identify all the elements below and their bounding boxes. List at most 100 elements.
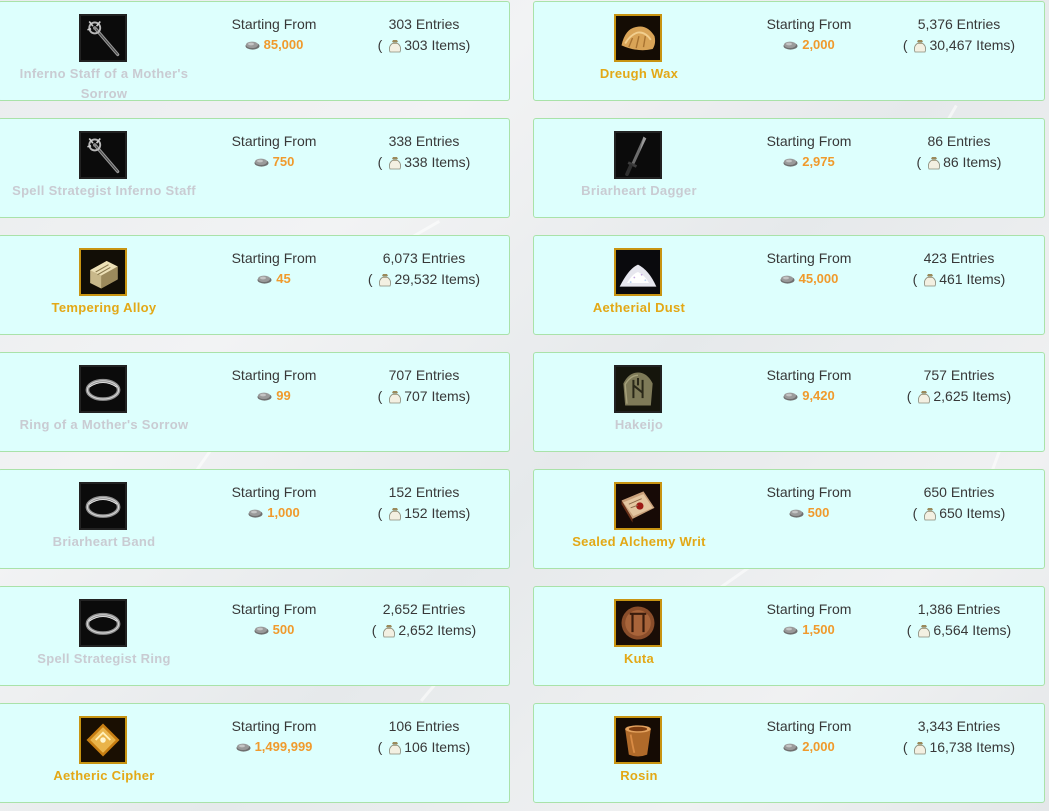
items-count-text: 29,532 Items)	[394, 271, 481, 287]
listing-card[interactable]: Briarheart Dagger Starting From 2,975 86 En…	[533, 118, 1045, 218]
dust-icon[interactable]	[614, 248, 662, 296]
price-value: 45	[199, 268, 349, 290]
listing-card[interactable]: Aetherial Dust Starting From 45,000 423 Ent…	[533, 235, 1045, 335]
item-name[interactable]: Briarheart Band	[4, 532, 204, 552]
cipher-icon[interactable]	[79, 716, 127, 764]
item-name[interactable]: Rosin	[539, 766, 739, 786]
starting-from-label: Starting From	[766, 718, 852, 734]
staff-icon[interactable]	[79, 131, 127, 179]
item-name[interactable]: Inferno Staff of a Mother's Sorrow	[4, 64, 204, 104]
entries-block: 650 Entries ( 650 Items)	[874, 482, 1044, 524]
staff-icon[interactable]	[79, 14, 127, 62]
price-block: Starting From 9,420	[734, 365, 884, 407]
entries-block: 6,073 Entries ( 29,532 Items)	[339, 248, 509, 290]
item-bag-icon	[924, 274, 937, 287]
gold-coin-icon	[254, 626, 269, 635]
starting-from-label: Starting From	[231, 718, 317, 734]
item-name[interactable]: Kuta	[539, 649, 739, 669]
items-count-text: 461 Items)	[939, 271, 1006, 287]
listing-card[interactable]: Briarheart Band Starting From 1,000 152 Ent…	[0, 469, 510, 569]
price-block: Starting From 85,000	[199, 14, 349, 56]
item-name[interactable]: Hakeijo	[539, 415, 739, 435]
ring-icon[interactable]	[79, 365, 127, 413]
writ-icon[interactable]	[614, 482, 662, 530]
items-count-text: 2,652 Items)	[398, 622, 477, 638]
gold-coin-icon	[780, 275, 795, 284]
entries-block: 303 Entries ( 303 Items)	[339, 14, 509, 56]
item-name[interactable]: Ring of a Mother's Sorrow	[4, 415, 204, 435]
listing-card[interactable]: Sealed Alchemy Writ Starting From 500 650 E…	[533, 469, 1045, 569]
rosin-icon[interactable]	[614, 716, 662, 764]
items-count: ( 707 Items)	[377, 388, 471, 404]
price-block: Starting From 2,000	[734, 14, 884, 56]
items-count: ( 6,564 Items)	[906, 622, 1012, 638]
price-amount: 99	[276, 388, 291, 403]
item-name[interactable]: Briarheart Dagger	[539, 181, 739, 201]
item-name[interactable]: Aetheric Cipher	[4, 766, 204, 786]
price-value: 500	[199, 619, 349, 641]
items-count-text: 152 Items)	[404, 505, 471, 521]
entries-block: 152 Entries ( 152 Items)	[339, 482, 509, 524]
entries-count: 650 Entries	[923, 484, 995, 500]
listing-card[interactable]: Aetheric Cipher Starting From 1,499,999 106…	[0, 703, 510, 803]
starting-from-label: Starting From	[766, 484, 852, 500]
entries-count: 757 Entries	[923, 367, 995, 383]
price-amount: 750	[272, 154, 295, 169]
listing-card[interactable]: Dreugh Wax Starting From 2,000 5,376 Entrie…	[533, 1, 1045, 101]
listing-card[interactable]: Spell Strategist Inferno Staff Starting F…	[0, 118, 510, 218]
dreugh-wax-icon[interactable]	[614, 14, 662, 62]
item-name[interactable]: Dreugh Wax	[539, 64, 739, 84]
item-bag-icon	[383, 625, 396, 638]
item-bag-icon	[389, 391, 402, 404]
price-value: 45,000	[734, 268, 884, 290]
price-block: Starting From 99	[199, 365, 349, 407]
gold-coin-icon	[783, 392, 798, 401]
gold-coin-icon	[783, 626, 798, 635]
entries-block: 423 Entries ( 461 Items)	[874, 248, 1044, 290]
item-name[interactable]: Aetherial Dust	[539, 298, 739, 318]
price-value: 1,000	[199, 502, 349, 524]
starting-from-label: Starting From	[766, 16, 852, 32]
dagger-icon[interactable]	[614, 131, 662, 179]
price-block: Starting From 500	[199, 599, 349, 641]
alloy-icon[interactable]	[79, 248, 127, 296]
price-amount: 9,420	[802, 388, 835, 403]
kuta-rune-icon[interactable]	[614, 599, 662, 647]
items-count: ( 86 Items)	[916, 154, 1002, 170]
starting-from-label: Starting From	[231, 484, 317, 500]
item-bag-icon	[389, 742, 402, 755]
price-value: 750	[199, 151, 349, 173]
gold-coin-icon	[254, 158, 269, 167]
item-name[interactable]: Spell Strategist Inferno Staff	[4, 181, 204, 201]
item-name[interactable]: Sealed Alchemy Writ	[539, 532, 739, 552]
items-count-text: 86 Items)	[943, 154, 1002, 170]
entries-block: 86 Entries ( 86 Items)	[874, 131, 1044, 173]
listing-card[interactable]: Tempering Alloy Starting From 45 6,073 Entr…	[0, 235, 510, 335]
gold-coin-icon	[783, 41, 798, 50]
item-bag-icon	[914, 40, 927, 53]
item-name[interactable]: Spell Strategist Ring	[4, 649, 204, 669]
items-count-text: 707 Items)	[404, 388, 471, 404]
listing-card[interactable]: Ring of a Mother's Sorrow Starting From 99…	[0, 352, 510, 452]
ring-icon[interactable]	[79, 482, 127, 530]
price-block: Starting From 2,975	[734, 131, 884, 173]
item-bag-icon	[389, 157, 402, 170]
listing-card[interactable]: Kuta Starting From 1,500 1,386 Entries ( 6,5…	[533, 586, 1045, 686]
listing-card[interactable]: Rosin Starting From 2,000 3,343 Entries ( 16…	[533, 703, 1045, 803]
rune-stone-icon[interactable]	[614, 365, 662, 413]
price-block: Starting From 1,000	[199, 482, 349, 524]
entries-count: 5,376 Entries	[917, 16, 1001, 32]
price-block: Starting From 500	[734, 482, 884, 524]
starting-from-label: Starting From	[766, 367, 852, 383]
gold-coin-icon	[245, 41, 260, 50]
entries-count: 707 Entries	[388, 367, 460, 383]
ring-icon[interactable]	[79, 599, 127, 647]
items-count: ( 650 Items)	[912, 505, 1006, 521]
listing-card[interactable]: Inferno Staff of a Mother's Sorrow Starti…	[0, 1, 510, 101]
listing-card[interactable]: Hakeijo Starting From 9,420 757 Entries ( 2,…	[533, 352, 1045, 452]
entries-count: 338 Entries	[388, 133, 460, 149]
items-count: ( 461 Items)	[912, 271, 1006, 287]
listing-card[interactable]: Spell Strategist Ring Starting From 500 2,6…	[0, 586, 510, 686]
item-name[interactable]: Tempering Alloy	[4, 298, 204, 318]
item-bag-icon	[389, 40, 402, 53]
